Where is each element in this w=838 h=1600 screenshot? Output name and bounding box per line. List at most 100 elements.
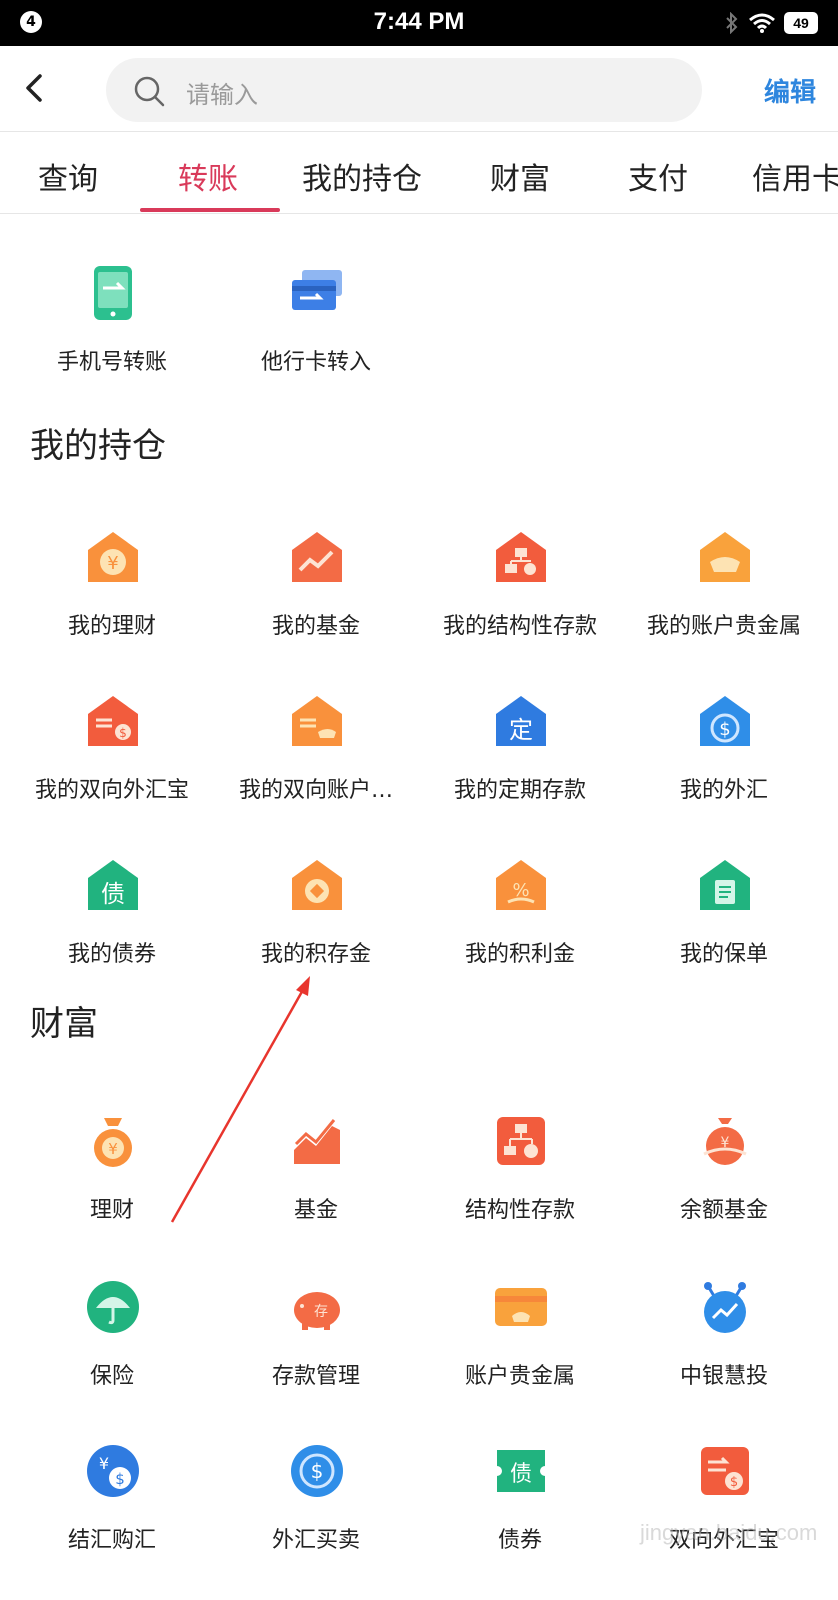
house-policy-icon <box>700 860 750 910</box>
grid-item-my-fund[interactable]: 我的基金 <box>214 530 418 660</box>
svg-text:定: 定 <box>509 716 533 744</box>
grid-item-my-two-way-forex[interactable]: $ 我的双向外汇宝 <box>10 694 214 824</box>
active-tab-underline <box>140 208 280 212</box>
grid-item-my-forex[interactable]: $ 我的外汇 <box>622 694 826 824</box>
grid-item-label: 存款管理 <box>271 1364 360 1389</box>
house-gold-icon <box>700 532 750 582</box>
robot-advisor-icon <box>704 1282 746 1333</box>
grid-item-my-wealth-mgmt[interactable]: ¥ 我的理财 <box>10 530 214 660</box>
grid-item-label: 结汇购汇 <box>67 1528 156 1553</box>
grid-item-label: 保险 <box>89 1364 134 1389</box>
svg-text:$: $ <box>119 726 127 740</box>
svg-text:¥: ¥ <box>99 1454 109 1473</box>
grid-item-label: 我的保单 <box>679 942 768 967</box>
grid-item-currency-exchange[interactable]: ¥ $ 结汇购汇 <box>10 1444 214 1574</box>
svg-text:债: 债 <box>101 880 125 908</box>
battery-indicator: 49 <box>784 12 818 34</box>
grid-item-deposit-mgmt[interactable]: 存 存款管理 <box>214 1280 418 1410</box>
grid-item-label: 基金 <box>293 1198 338 1223</box>
house-dollar-icon: $ <box>700 696 750 746</box>
tab-transfer[interactable]: 转账 <box>178 154 238 198</box>
wifi-icon <box>749 13 775 33</box>
grid-item-label: 他行卡转入 <box>260 350 371 375</box>
structured-deposit-icon <box>497 1117 545 1165</box>
house-coin-icon <box>292 860 342 910</box>
svg-text:¥: ¥ <box>108 1140 118 1158</box>
status-bar: 4 7:44 PM 49 <box>0 0 838 46</box>
grid-item-label: 债券 <box>497 1528 542 1553</box>
fund-chart-icon <box>294 1119 340 1164</box>
umbrella-icon <box>87 1281 139 1333</box>
svg-text:$: $ <box>311 1459 324 1483</box>
section-title-wealth: 财富 <box>30 1004 98 1044</box>
money-bag-icon: ¥ <box>94 1118 132 1167</box>
bond-ticket-icon: 债 <box>497 1450 545 1492</box>
grid-item-my-gold-accumulation[interactable]: 我的积存金 <box>214 858 418 988</box>
house-chart-icon <box>292 532 342 582</box>
house-fixed-deposit-icon: 定 <box>496 696 546 746</box>
grid-item-label: 我的积利金 <box>464 942 575 967</box>
svg-text:$: $ <box>730 1475 738 1490</box>
grid-item-label: 我的积存金 <box>260 942 371 967</box>
bluetooth-icon <box>726 12 738 34</box>
status-time: 7:44 PM <box>373 8 465 35</box>
grid-item-bonds[interactable]: 债 债券 <box>418 1444 622 1574</box>
tab-payment[interactable]: 支付 <box>628 154 688 198</box>
grid-item-label: 我的双向外汇宝 <box>34 778 189 803</box>
grid-item-label: 中银慧投 <box>679 1364 768 1389</box>
grid-item-label: 结构性存款 <box>464 1198 575 1223</box>
svg-text:债: 债 <box>510 1462 532 1487</box>
grid-item-label: 理财 <box>89 1198 134 1223</box>
grid-item-structured-deposit[interactable]: 结构性存款 <box>418 1114 622 1244</box>
grid-item-my-precious-metal[interactable]: 我的账户贵金属 <box>622 530 826 660</box>
grid-item-label: 我的外汇 <box>679 778 768 803</box>
grid-item-label: 余额基金 <box>679 1198 768 1223</box>
grid-item-my-policy[interactable]: 我的保单 <box>622 858 826 988</box>
grid-item-forex-trading[interactable]: $ 外汇买卖 <box>214 1444 418 1574</box>
precious-metal-card-icon <box>495 1288 547 1326</box>
grid-item-my-interest-gold[interactable]: % 我的积利金 <box>418 858 622 988</box>
grid-item-my-two-way-account[interactable]: 我的双向账户… <box>214 694 418 824</box>
grid-item-label: 我的理财 <box>67 614 156 639</box>
grid-item-wealth-mgmt[interactable]: ¥ 理财 <box>10 1114 214 1244</box>
top-bar: 请输入 编辑 <box>0 46 838 132</box>
grid-item-label: 账户贵金属 <box>464 1364 575 1389</box>
back-arrow-icon[interactable] <box>18 70 54 106</box>
tab-query[interactable]: 查询 <box>38 154 98 198</box>
grid-item-boc-smart-invest[interactable]: 中银慧投 <box>622 1280 826 1410</box>
search-bar[interactable]: 请输入 <box>106 58 702 122</box>
grid-item-label: 我的定期存款 <box>453 778 586 803</box>
svg-text:$: $ <box>719 719 730 740</box>
grid-item-precious-metal[interactable]: 账户贵金属 <box>418 1280 622 1410</box>
house-exchange-icon <box>292 696 342 746</box>
svg-text:存: 存 <box>314 1304 328 1320</box>
grid-item-label: 我的账户贵金属 <box>646 614 801 639</box>
grid-item-label: 我的基金 <box>271 614 360 639</box>
grid-item-my-structured-deposit[interactable]: 我的结构性存款 <box>418 530 622 660</box>
category-tabs: 查询 转账 我的持仓 财富 支付 信用卡 <box>0 132 838 214</box>
tab-credit-card[interactable]: 信用卡 <box>752 154 838 198</box>
grid-item-two-way-forex[interactable]: $ 双向外汇宝 <box>622 1444 826 1574</box>
house-yen-icon: ¥ <box>88 532 138 582</box>
grid-item-my-bond[interactable]: 债 我的债券 <box>10 858 214 988</box>
house-structure-icon <box>496 532 546 582</box>
grid-item-phone-transfer[interactable]: 手机号转账 <box>10 266 214 396</box>
phone-transfer-icon <box>94 266 132 320</box>
house-percent-icon: % <box>496 860 546 910</box>
watermark: jingyan.baidu.com <box>640 1520 818 1545</box>
grid-item-insurance[interactable]: 保险 <box>10 1280 214 1410</box>
grid-item-label: 手机号转账 <box>56 350 167 375</box>
status-icons: 49 <box>724 11 818 35</box>
piggy-bank-icon: 存 <box>294 1292 340 1330</box>
forex-trade-icon: $ <box>291 1445 343 1497</box>
svg-text:$: $ <box>115 1470 125 1488</box>
grid-item-my-fixed-deposit[interactable]: 定 我的定期存款 <box>418 694 622 824</box>
tab-wealth[interactable]: 财富 <box>490 154 550 198</box>
grid-item-fund[interactable]: 基金 <box>214 1114 418 1244</box>
card-transfer-icon <box>292 270 342 310</box>
tab-my-holdings[interactable]: 我的持仓 <box>302 154 422 198</box>
grid-item-balance-fund[interactable]: ¥ 余额基金 <box>622 1114 826 1244</box>
grid-item-card-transfer-in[interactable]: 他行卡转入 <box>214 266 418 396</box>
grid-item-label: 我的双向账户… <box>238 778 393 803</box>
edit-button[interactable]: 编辑 <box>764 72 816 109</box>
